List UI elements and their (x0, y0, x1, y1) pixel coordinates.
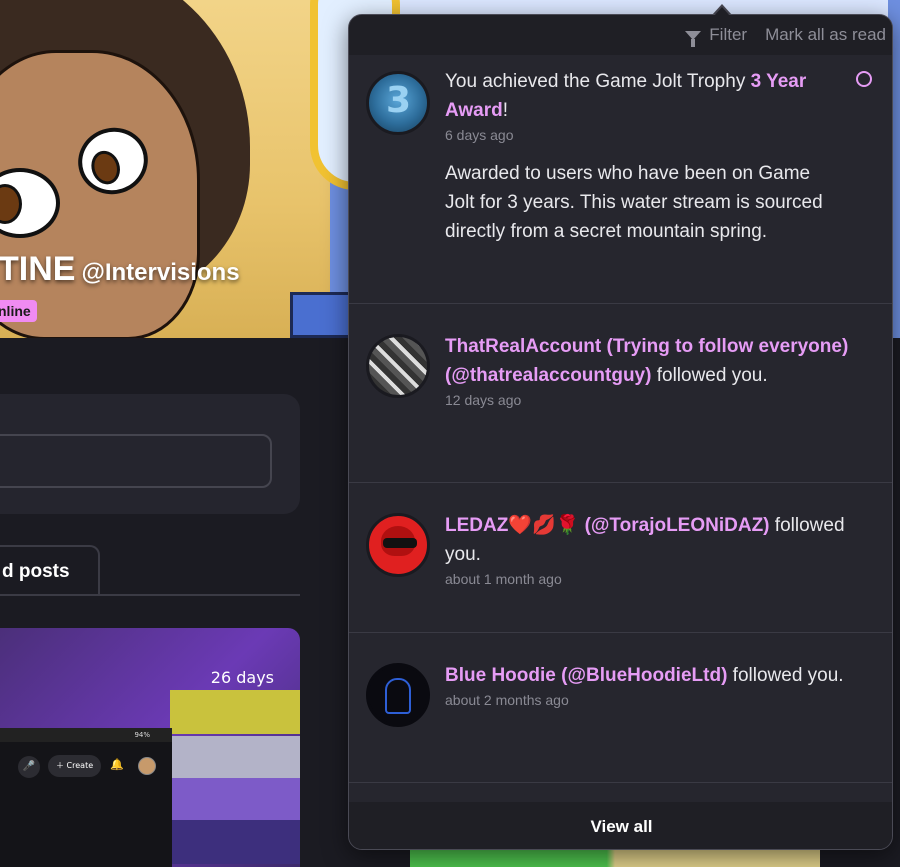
user-avatar[interactable] (366, 663, 430, 727)
notifications-popover: Filter Mark all as read 3 You achieved t… (348, 14, 893, 850)
notification-item[interactable]: LEDAZ❤️💋🌹 (@TorajoLEONiDAZ) followed you… (349, 483, 892, 633)
post-composer-input[interactable] (0, 434, 272, 488)
notification-item[interactable]: 3 You achieved the Game Jolt Trophy 3 Ye… (349, 55, 892, 304)
tab-posts-label: d posts (2, 561, 70, 582)
stack-block-dark (170, 820, 300, 864)
stack-block-purple (170, 778, 300, 822)
popover-header: Filter Mark all as read (349, 15, 892, 55)
notification-timestamp: about 2 months ago (445, 692, 569, 708)
filter-icon (685, 30, 702, 47)
microphone-icon: 🎤 (18, 756, 40, 778)
unread-indicator-icon[interactable] (856, 71, 872, 87)
notification-text: ThatRealAccount (Trying to follow everyo… (445, 336, 849, 386)
tab-divider (0, 594, 300, 596)
bell-icon: 🔔 (110, 758, 124, 771)
phone-screenshot: 94% 🎤 ＋ Create 🔔 (0, 728, 172, 867)
user-link[interactable]: Blue Hoodie (@BlueHoodieLtd) (445, 665, 727, 686)
trophy-description: Awarded to users who have been on Game J… (445, 163, 823, 242)
notification-body: Blue Hoodie (@BlueHoodieLtd) followed yo… (445, 661, 865, 708)
mark-all-read-button[interactable]: Mark all as read (765, 25, 886, 45)
phone-status-bar: 94% (0, 728, 172, 742)
user-avatar[interactable] (366, 513, 430, 577)
filter-button[interactable]: Filter (685, 25, 748, 47)
notification-text: Blue Hoodie (@BlueHoodieLtd) followed yo… (445, 665, 844, 686)
notification-text: LEDAZ❤️💋🌹 (@TorajoLEONiDAZ) followed you… (445, 515, 845, 565)
trophy-icon[interactable]: 3 (366, 71, 430, 135)
stack-block-yellow (170, 690, 300, 734)
game-thumbnail-strip[interactable] (410, 850, 820, 867)
post-thumbnail[interactable]: 26 days 94% 🎤 ＋ Create 🔔 (0, 628, 300, 867)
hoodie-icon (385, 678, 411, 714)
stack-block-gray (170, 736, 300, 780)
notification-timestamp: 6 days ago (445, 127, 514, 143)
notification-body: You achieved the Game Jolt Trophy 3 Year… (445, 67, 865, 246)
view-all-button[interactable]: View all (349, 802, 892, 849)
profile-name: TINE @Intervisions (0, 250, 240, 289)
post-age: 26 days (210, 668, 274, 687)
popover-arrow-inner (714, 7, 730, 16)
profile-handle[interactable]: @Intervisions (81, 259, 239, 286)
phone-avatar (138, 757, 156, 775)
user-link[interactable]: LEDAZ❤️💋🌹 (@TorajoLEONiDAZ) (445, 515, 770, 536)
profile-name-text: TINE (0, 250, 76, 288)
phone-create-button: ＋ Create (48, 755, 102, 777)
notification-body: LEDAZ❤️💋🌹 (@TorajoLEONiDAZ) followed you… (445, 511, 865, 587)
notification-text: You achieved the Game Jolt Trophy 3 Year… (445, 71, 807, 121)
notification-body: ThatRealAccount (Trying to follow everyo… (445, 332, 865, 408)
online-status-badge: nline (0, 300, 37, 322)
user-link[interactable]: ThatRealAccount (Trying to follow everyo… (445, 336, 848, 386)
notification-timestamp: 12 days ago (445, 392, 522, 408)
notification-item[interactable]: ThatRealAccount (Trying to follow everyo… (349, 304, 892, 483)
notification-timestamp: about 1 month ago (445, 571, 562, 587)
user-avatar[interactable] (366, 334, 430, 398)
tab-posts[interactable]: d posts (0, 545, 100, 595)
notification-item[interactable]: Blue Hoodie (@BlueHoodieLtd) followed yo… (349, 633, 892, 783)
filter-label: Filter (709, 25, 748, 44)
